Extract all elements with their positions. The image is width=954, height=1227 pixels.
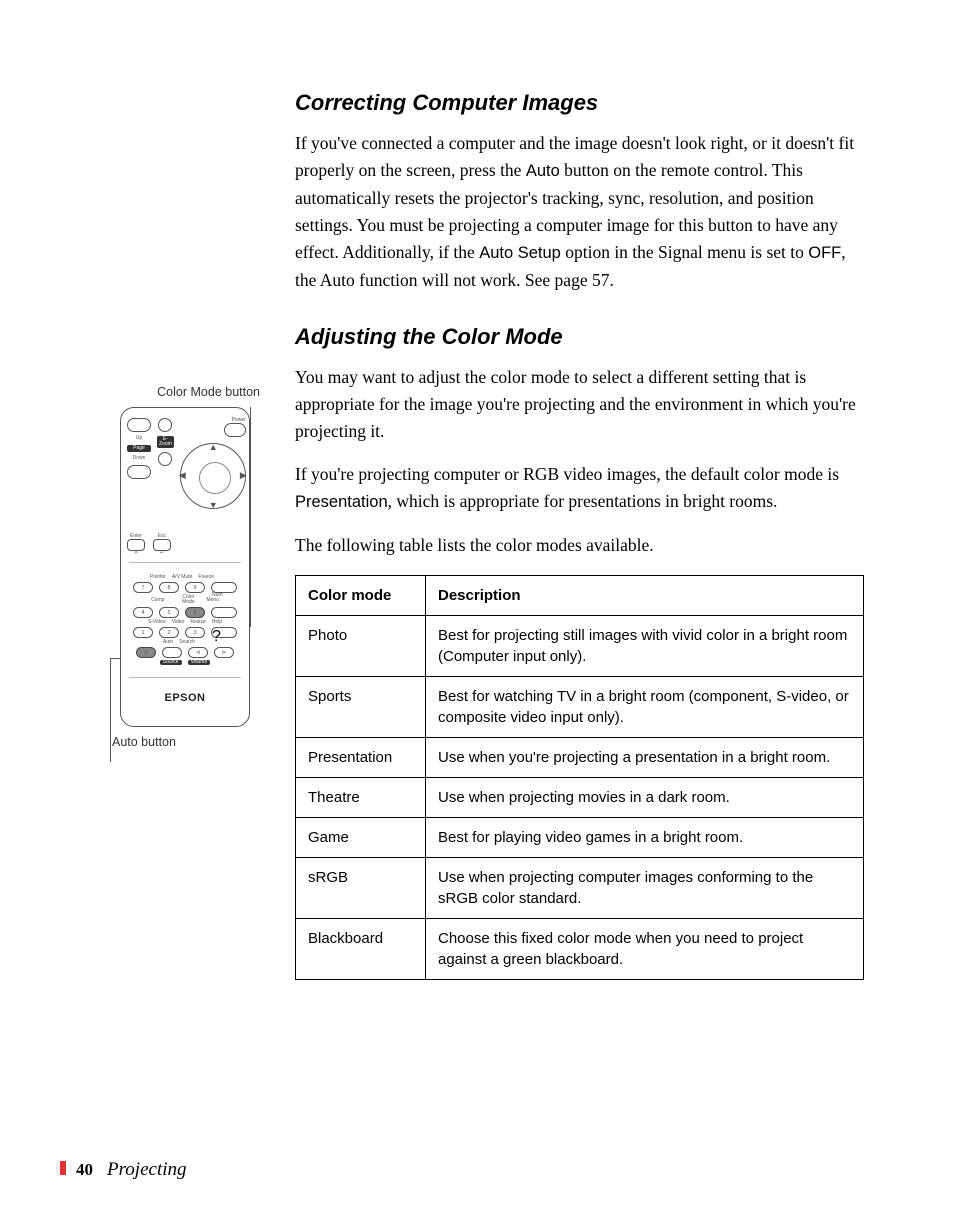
remote-btn-8: 8 <box>159 582 179 593</box>
arrow-left-icon: ◀ <box>179 470 186 481</box>
remote-btn-1: 1 <box>133 627 153 638</box>
table-header-row: Color mode Description <box>296 575 864 615</box>
auto-label: Auto <box>526 162 560 180</box>
remote-lbl-colormode: Color Mode <box>176 595 200 605</box>
remote-btn-7: 7 <box>133 582 153 593</box>
remote-btn-6-colormode: 6 <box>185 607 205 618</box>
remote-btn-page-up <box>127 418 151 432</box>
th-mode: Color mode <box>296 575 426 615</box>
remote-btn-3: 3 <box>185 627 205 638</box>
remote-lbl-avmute: A/V Mute <box>172 575 193 580</box>
page-number: 40 <box>76 1160 93 1180</box>
remote-lbl-page: Page <box>127 445 151 452</box>
text: , which is appropriate for presentations… <box>388 491 778 511</box>
td-desc: Best for playing video games in a bright… <box>426 817 864 857</box>
table-row: sRGBUse when projecting computer images … <box>296 857 864 918</box>
caption-auto-button: Auto button <box>100 735 270 749</box>
remote-btn-num: Num <box>211 582 237 593</box>
remote-btn-power <box>224 423 246 437</box>
td-desc: Choose this fixed color mode when you ne… <box>426 918 864 979</box>
td-mode: sRGB <box>296 857 426 918</box>
remote-btn-9: 9 <box>185 582 205 593</box>
leader-line <box>250 407 251 627</box>
text: If you're projecting computer or RGB vid… <box>295 464 839 484</box>
color-mode-table: Color mode Description PhotoBest for pro… <box>295 575 864 980</box>
chapter-title: Projecting <box>107 1159 187 1181</box>
remote-btn-4: 4 <box>133 607 153 618</box>
td-desc: Best for watching TV in a bright room (c… <box>426 676 864 737</box>
table-row: GameBest for playing video games in a br… <box>296 817 864 857</box>
autosetup-label: Auto Setup <box>479 244 561 262</box>
remote-indicator <box>158 418 172 432</box>
arrow-right-icon: ▶ <box>240 470 247 481</box>
td-desc: Use when projecting movies in a dark roo… <box>426 777 864 817</box>
para-cm-1: You may want to adjust the color mode to… <box>295 364 864 445</box>
remote-lbl-down: Down <box>127 456 151 461</box>
remote-navpad: ▲ ▼ ◀ ▶ <box>180 443 246 509</box>
td-mode: Photo <box>296 615 426 676</box>
heading-colormode: Adjusting the Color Mode <box>295 324 864 350</box>
remote-btn-help: ? <box>211 627 237 638</box>
td-mode: Blackboard <box>296 918 426 979</box>
remote-lbl-help: Help <box>212 620 222 625</box>
remote-lbl-resize: Resize <box>190 620 205 625</box>
remote-lbl-source: Source <box>160 660 182 665</box>
remote-lbl-auto: Auto <box>163 640 173 645</box>
remote-lbl-comp: Comp <box>151 598 164 603</box>
remote-lbl-volume: Volume <box>188 660 211 665</box>
td-mode: Presentation <box>296 737 426 777</box>
remote-lbl-search: Search <box>179 640 195 645</box>
remote-btn-page-down <box>127 465 151 479</box>
td-mode: Theatre <box>296 777 426 817</box>
text: option in the Signal menu is set to <box>561 242 808 262</box>
td-desc: Best for projecting still images with vi… <box>426 615 864 676</box>
remote-lbl-svideo: S-Video <box>148 620 166 625</box>
presentation-label: Presentation <box>295 493 388 511</box>
para-correcting: If you've connected a computer and the i… <box>295 130 864 294</box>
td-desc: Use when you're projecting a presentatio… <box>426 737 864 777</box>
heading-correcting: Correcting Computer Images <box>295 90 864 116</box>
remote-btn-0-auto: 0 <box>136 647 156 658</box>
page-footer: 40 Projecting <box>60 1159 187 1181</box>
remote-brand: EPSON <box>127 692 243 704</box>
td-desc: Use when projecting computer images conf… <box>426 857 864 918</box>
remote-btn-menu <box>211 607 237 618</box>
remote-lbl-freeze: Freeze <box>198 575 214 580</box>
table-row: BlackboardChoose this fixed color mode w… <box>296 918 864 979</box>
remote-lbl-up: Up <box>127 436 151 441</box>
table-row: PhotoBest for projecting still images wi… <box>296 615 864 676</box>
remote-lbl-ezoom: E-Zoom <box>157 436 174 448</box>
td-mode: Sports <box>296 676 426 737</box>
td-mode: Game <box>296 817 426 857</box>
remote-lbl-video: Video <box>172 620 185 625</box>
remote-btn-vol-up: ⊳ <box>214 647 234 658</box>
remote-control-diagram: Up Page Down E-Zoom Power ▲ ▼ ◀ ▶ <box>120 407 250 727</box>
off-label: OFF <box>808 244 841 262</box>
remote-lbl-pointer: Pointer <box>150 575 166 580</box>
arrow-up-icon: ▲ <box>209 442 218 452</box>
remote-btn-search <box>162 647 182 658</box>
footer-bar-icon <box>60 1161 66 1175</box>
remote-btn-vol-down: ⊲ <box>188 647 208 658</box>
table-row: SportsBest for watching TV in a bright r… <box>296 676 864 737</box>
table-row: TheatreUse when projecting movies in a d… <box>296 777 864 817</box>
remote-btn-ezoom <box>158 452 172 466</box>
caption-colormode-button: Color Mode button <box>100 385 270 399</box>
th-desc: Description <box>426 575 864 615</box>
remote-btn-2: 2 <box>159 627 179 638</box>
sidebar-remote: Color Mode button Up Page Down E-Zoom Po… <box>100 385 270 749</box>
para-cm-3: The following table lists the color mode… <box>295 532 864 559</box>
table-row: PresentationUse when you're projecting a… <box>296 737 864 777</box>
para-cm-2: If you're projecting computer or RGB vid… <box>295 461 864 516</box>
remote-lbl-menu: Menu <box>206 598 219 603</box>
leader-line <box>110 658 111 762</box>
arrow-down-icon: ▼ <box>209 500 218 510</box>
remote-btn-5: 5 <box>159 607 179 618</box>
